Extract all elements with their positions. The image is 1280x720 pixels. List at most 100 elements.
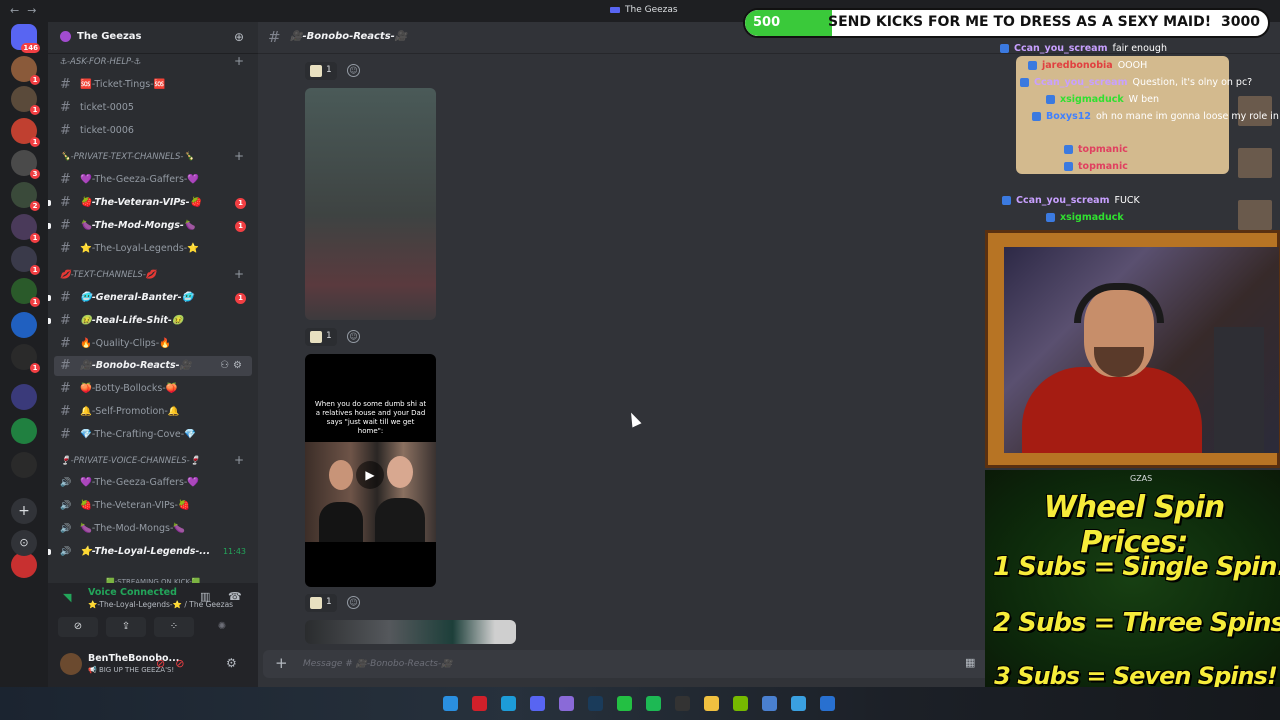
server-header[interactable]: The Geezas ⊕ xyxy=(48,22,258,54)
edge-icon[interactable] xyxy=(501,696,516,711)
channel-category[interactable]: ⚓-ASK-FOR-HELP-⚓ + xyxy=(54,54,252,70)
camera-off-button[interactable]: ⊘ xyxy=(58,617,98,637)
window-title: The Geezas xyxy=(610,5,678,15)
home-icon[interactable]: 146 xyxy=(11,24,40,53)
server-icon[interactable]: 1 xyxy=(11,86,40,115)
server-icon[interactable]: 1 xyxy=(11,118,40,147)
reaction-button[interactable]: 1 xyxy=(305,594,337,612)
voice-time: 11:43 xyxy=(222,547,246,556)
add-reaction-icon[interactable]: ☺ xyxy=(347,64,360,77)
unread-indicator xyxy=(48,200,51,206)
wheel-title: Wheel Spin Prices: xyxy=(1043,490,1226,560)
text-channel[interactable]: # ticket-0006 xyxy=(54,121,252,141)
text-channel[interactable]: # ⭐-The-Loyal-Legends-⭐ xyxy=(54,239,252,259)
text-channel[interactable]: # 🥶-General-Banter-🥶 1 xyxy=(48,288,252,308)
image-attachment[interactable] xyxy=(305,620,516,644)
unread-indicator xyxy=(48,295,51,301)
folder-icon[interactable] xyxy=(559,696,574,711)
activities-button[interactable]: ⁘ xyxy=(154,617,194,637)
server-icon[interactable]: 1 xyxy=(11,56,40,85)
chat-text: fair enough xyxy=(1112,43,1167,54)
play-icon[interactable]: ▶ xyxy=(356,461,384,489)
server-icon[interactable]: 1 xyxy=(11,278,40,307)
outlook-icon[interactable] xyxy=(820,696,835,711)
photos-icon[interactable] xyxy=(791,696,806,711)
channel-settings-icons[interactable]: ⚇⚙ xyxy=(220,356,246,376)
reaction-button[interactable]: 1 xyxy=(305,62,337,80)
plus-icon[interactable]: + xyxy=(275,654,288,672)
noise-suppression-icon[interactable]: ▥ xyxy=(200,590,210,603)
spotify-icon[interactable] xyxy=(646,696,661,711)
voice-location[interactable]: ⭐-The-Loyal-Legends-⭐ / The Geezas xyxy=(88,600,233,609)
text-channel[interactable]: # 🆘-Ticket-Tings-🆘 xyxy=(54,75,252,95)
server-icon[interactable]: 3 xyxy=(11,150,40,179)
plus-icon[interactable]: + xyxy=(234,148,244,164)
text-channel[interactable]: # 🍑-Botty-Bollocks-🍑 xyxy=(54,379,252,399)
plus-icon[interactable]: + xyxy=(234,53,244,69)
server-icon[interactable] xyxy=(11,312,37,338)
screen-share-button[interactable]: ⇪ xyxy=(106,617,146,637)
voice-channel[interactable]: 🔊 💜-The-Geeza-Gaffers-💜 xyxy=(54,473,252,493)
nvidia-icon[interactable] xyxy=(733,696,748,711)
add-reaction-icon[interactable]: ☺ xyxy=(347,596,360,609)
disconnect-icon[interactable]: ☎ xyxy=(228,590,242,603)
text-channel[interactable]: # 💜-The-Geeza-Gaffers-💜 xyxy=(54,170,252,190)
soundboard-button[interactable]: ✺ xyxy=(202,617,242,637)
server-icon[interactable]: 1 xyxy=(11,246,40,275)
nav-arrows[interactable]: ←→ xyxy=(10,4,44,17)
server-icon[interactable]: 2 xyxy=(11,182,40,211)
server-badge: 2 xyxy=(30,201,40,211)
text-channel[interactable]: # ticket-0005 xyxy=(54,98,252,118)
wheel-line: 1 Subs = Single Spin! xyxy=(993,552,1280,582)
opera-icon[interactable] xyxy=(472,696,487,711)
reaction-button[interactable]: 1 xyxy=(305,328,337,346)
webcam-frame xyxy=(985,230,1280,468)
text-channel[interactable]: # 💎-The-Crafting-Cove-💎 xyxy=(54,425,252,445)
server-icon[interactable] xyxy=(11,452,37,478)
kick-icon[interactable] xyxy=(617,696,632,711)
channel-category[interactable]: 🍷-PRIVATE-VOICE-CHANNELS-🍷 + xyxy=(54,453,252,469)
text-channel[interactable]: # 🔥-Quality-Clips-🔥 xyxy=(54,334,252,354)
discover-icon[interactable]: ⊙ xyxy=(11,530,37,556)
suit-shape xyxy=(319,502,363,542)
gear-icon[interactable]: ⚙ xyxy=(226,656,237,670)
voice-channel[interactable]: 🔊 🍓-The-Veteran-VIPs-🍓 xyxy=(54,496,252,516)
text-channel[interactable]: # 🎥-Bonobo-Reacts-🎥 ⚇⚙ xyxy=(54,356,252,376)
channel-category[interactable]: 💋-TEXT-CHANNELS-💋 + xyxy=(54,267,252,283)
server-icon[interactable] xyxy=(11,384,37,410)
hash-icon: # xyxy=(60,358,71,373)
server-icon[interactable]: 1 xyxy=(11,344,40,373)
channel-category[interactable]: 🍾-PRIVATE-TEXT-CHANNELS-🍾 + xyxy=(54,149,252,165)
epic-icon[interactable] xyxy=(675,696,690,711)
chat-text: OOOH xyxy=(1117,60,1148,71)
add-reaction-icon[interactable]: ☺ xyxy=(347,330,360,343)
message-input[interactable] xyxy=(303,657,903,671)
avatar[interactable] xyxy=(60,653,82,675)
server-icon[interactable]: 1 xyxy=(11,214,40,243)
mute-deafen-icons[interactable]: ⊘⊘ xyxy=(156,657,194,670)
kicks-goal-bar: 500 SEND KICKS FOR ME TO DRESS AS A SEXY… xyxy=(743,8,1270,38)
gift-icon[interactable]: ▦ xyxy=(965,656,975,669)
badge-icon xyxy=(1028,61,1037,70)
plus-icon[interactable]: + xyxy=(234,452,244,468)
text-channel[interactable]: # 🍓-The-Veteran-VIPs-🍓 1 xyxy=(48,193,252,213)
notepad-icon[interactable] xyxy=(762,696,777,711)
voice-channel[interactable]: 🔊 🍆-The-Mod-Mongs-🍆 xyxy=(54,519,252,539)
voice-channel[interactable]: 🔊 ⭐-The-Loyal-Legends-... 11:43 xyxy=(48,542,252,562)
plus-icon[interactable]: + xyxy=(234,266,244,282)
signal-icon: ◥ xyxy=(63,591,72,604)
text-channel[interactable]: # 🍆-The-Mod-Mongs-🍆 1 xyxy=(48,216,252,236)
image-attachment[interactable] xyxy=(305,88,436,320)
discord-icon[interactable] xyxy=(530,696,545,711)
video-attachment[interactable]: When you do some dumb shi at a relatives… xyxy=(305,354,436,587)
text-channel[interactable]: # 🔔-Self-Promotion-🔔 xyxy=(54,402,252,422)
text-channel[interactable]: # 🤢-Real-Life-Shit-🤢 xyxy=(48,311,252,331)
voice-status[interactable]: Voice Connected xyxy=(88,587,177,598)
windows-icon[interactable] xyxy=(443,696,458,711)
explorer-icon[interactable] xyxy=(704,696,719,711)
add-server-icon[interactable]: + xyxy=(11,498,37,524)
emoji-icon xyxy=(310,331,322,343)
server-icon[interactable] xyxy=(11,418,37,444)
person-add-icon[interactable]: ⊕ xyxy=(234,30,244,44)
steam-icon[interactable] xyxy=(588,696,603,711)
